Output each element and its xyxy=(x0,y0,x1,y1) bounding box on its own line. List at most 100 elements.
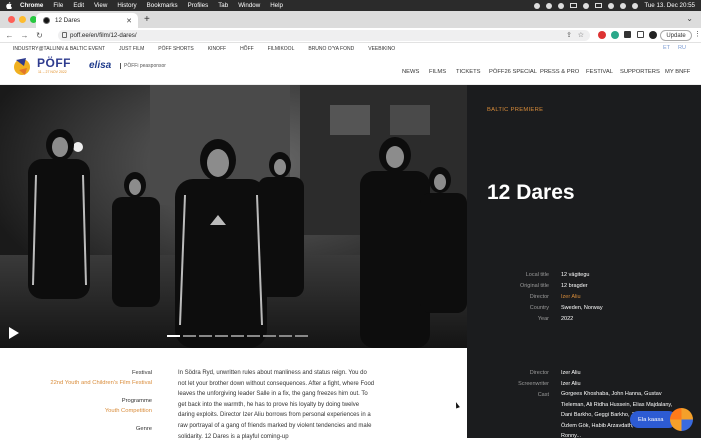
minimize-window-button[interactable] xyxy=(19,16,26,23)
carousel-dot[interactable] xyxy=(295,335,308,337)
meta-key: Director xyxy=(529,294,549,300)
meta-value: 12 vägitegu xyxy=(561,272,590,278)
address-bar[interactable]: poff.ee/en/film/12-dares/ ⇪ ☆ xyxy=(58,30,590,41)
toplink-just-film[interactable]: JUST FILM xyxy=(119,46,144,52)
meta-row-director: Director Izer Aliu xyxy=(467,294,701,305)
back-arrow-icon[interactable]: ← xyxy=(4,31,15,40)
menubar-clock[interactable]: Tue 13. Dec 20:55 xyxy=(644,2,695,9)
lang-et-link[interactable]: ET xyxy=(663,45,670,51)
share-icon[interactable]: ⇪ xyxy=(566,31,572,39)
meta-row-year: Year 2022 xyxy=(467,316,701,327)
nav-tickets[interactable]: TICKETS xyxy=(456,69,480,75)
nav-news[interactable]: NEWS xyxy=(402,69,419,75)
macos-menubar: Chrome File Edit View History Bookmarks … xyxy=(0,0,701,11)
nav-my-bnff[interactable]: MY BNFF xyxy=(665,69,690,75)
toplink-bruno-oya[interactable]: BRUNO O'YA FOND xyxy=(308,46,354,52)
menu-help[interactable]: Help xyxy=(270,2,283,9)
credit-key: Director xyxy=(529,370,549,376)
toplink-hoff[interactable]: HÕFF xyxy=(240,46,254,52)
nav-press-pro[interactable]: PRESS & PRO xyxy=(540,69,579,75)
menu-profiles[interactable]: Profiles xyxy=(188,2,209,9)
menu-edit[interactable]: Edit xyxy=(73,2,84,9)
menu-file[interactable]: File xyxy=(53,2,63,9)
carousel-dot[interactable] xyxy=(247,335,260,337)
film-still-image xyxy=(0,85,467,348)
festival-link[interactable]: 22nd Youth and Children's Film Festival xyxy=(50,380,152,386)
carousel-dot[interactable] xyxy=(263,335,276,337)
carousel-indicators xyxy=(167,335,308,337)
meta-row-original-title: Original title 12 bragder xyxy=(467,283,701,294)
wifi-icon[interactable] xyxy=(608,2,615,9)
browser-toolbar: ← → ↻ poff.ee/en/film/12-dares/ ⇪ ☆ Upda… xyxy=(0,28,701,43)
nav-festival[interactable]: FESTIVAL xyxy=(586,69,613,75)
bookmark-star-icon[interactable]: ☆ xyxy=(578,31,584,39)
carousel-dot[interactable] xyxy=(231,335,244,337)
credit-screenwriter-link[interactable]: Izer Aliu xyxy=(561,379,676,390)
menu-bookmarks[interactable]: Bookmarks xyxy=(147,2,178,9)
menu-app-name[interactable]: Chrome xyxy=(20,2,43,9)
nav-poff26-special[interactable]: PÖFF26 SPECIAL xyxy=(489,69,537,75)
tray-display-icon[interactable] xyxy=(570,3,578,8)
tray-app-icon[interactable] xyxy=(546,2,553,9)
tray-dropbox-icon[interactable] xyxy=(583,2,590,9)
tab-search-chevron-icon[interactable]: ⌄ xyxy=(686,14,693,23)
film-synopsis: In Södra Ryd, unwritten rules about manl… xyxy=(178,370,375,440)
toplink-poff-shorts[interactable]: PÖFF SHORTS xyxy=(158,46,193,52)
chat-widget-icon[interactable] xyxy=(670,408,693,431)
close-window-button[interactable] xyxy=(8,16,15,23)
battery-icon[interactable] xyxy=(595,3,603,8)
credit-key: Cast xyxy=(537,392,549,398)
genre-label: Genre xyxy=(135,426,152,432)
chrome-menu-icon[interactable]: ⋮ xyxy=(694,30,701,38)
poff-logo-text[interactable]: PÖFF xyxy=(37,56,71,70)
profile-avatar[interactable] xyxy=(649,31,657,39)
nav-supporters[interactable]: SUPPORTERS xyxy=(620,69,660,75)
menu-window[interactable]: Window xyxy=(238,2,260,9)
new-tab-button[interactable]: + xyxy=(144,14,150,25)
browser-tab-active[interactable]: 12 Dares ✕ xyxy=(36,13,138,28)
programme-label: Programme xyxy=(121,398,152,404)
tray-cloud-icon[interactable] xyxy=(558,2,565,9)
side-panel-icon[interactable] xyxy=(637,31,644,38)
forward-arrow-icon[interactable]: → xyxy=(19,31,30,40)
control-center-icon[interactable] xyxy=(632,2,639,9)
programme-link[interactable]: Youth Competition xyxy=(105,408,152,414)
menubar-tray: Tue 13. Dec 20:55 xyxy=(534,2,695,9)
film-still-carousel[interactable] xyxy=(0,85,467,348)
toplink-veebikino[interactable]: VEEBIKINO xyxy=(368,46,395,52)
site-header: PÖFF 11 – 27 NOV 2022 elisa PÖFFi peaspo… xyxy=(0,54,701,85)
search-icon[interactable] xyxy=(620,2,627,9)
carousel-dot[interactable] xyxy=(199,335,212,337)
extension-icon-green[interactable] xyxy=(611,31,619,39)
lock-icon[interactable] xyxy=(62,32,67,38)
tab-close-icon[interactable]: ✕ xyxy=(126,17,132,25)
meta-row-country: Country Sweden, Norway xyxy=(467,305,701,316)
toplink-filmikool[interactable]: FILMIKOOL xyxy=(268,46,295,52)
carousel-dot[interactable] xyxy=(183,335,196,337)
reload-icon[interactable]: ↻ xyxy=(34,31,45,40)
credit-director-link[interactable]: Izer Aliu xyxy=(561,368,676,379)
film-info-panel: BALTIC PREMIERE 12 Dares Local title 12 … xyxy=(467,85,701,348)
lang-ru-link[interactable]: RU xyxy=(678,45,686,51)
menu-tab[interactable]: Tab xyxy=(218,2,228,9)
festival-label: Festival xyxy=(132,370,152,376)
chrome-update-button[interactable]: Update xyxy=(660,30,692,41)
apple-icon[interactable] xyxy=(6,2,12,9)
carousel-dot[interactable] xyxy=(167,335,180,337)
film-details-section: Festival 22nd Youth and Children's Film … xyxy=(0,348,467,440)
meta-value: Sweden, Norway xyxy=(561,305,603,311)
menu-history[interactable]: History xyxy=(117,2,136,9)
meta-key: Original title xyxy=(519,283,549,289)
nav-films[interactable]: FILMS xyxy=(429,69,446,75)
play-trailer-icon[interactable] xyxy=(9,327,19,339)
director-link[interactable]: Izer Aliu xyxy=(561,294,581,300)
toplink-industry[interactable]: INDUSTRY@TALLINN & BALTIC EVENT xyxy=(13,46,105,52)
toplink-kinoff[interactable]: KINOFF xyxy=(208,46,226,52)
extension-icon-red[interactable] xyxy=(598,31,606,39)
menu-view[interactable]: View xyxy=(94,2,107,9)
carousel-dot[interactable] xyxy=(215,335,228,337)
extensions-puzzle-icon[interactable] xyxy=(624,31,631,38)
url-text[interactable]: poff.ee/en/film/12-dares/ xyxy=(70,32,137,39)
carousel-dot[interactable] xyxy=(279,335,292,337)
tray-record-icon[interactable] xyxy=(534,2,541,9)
